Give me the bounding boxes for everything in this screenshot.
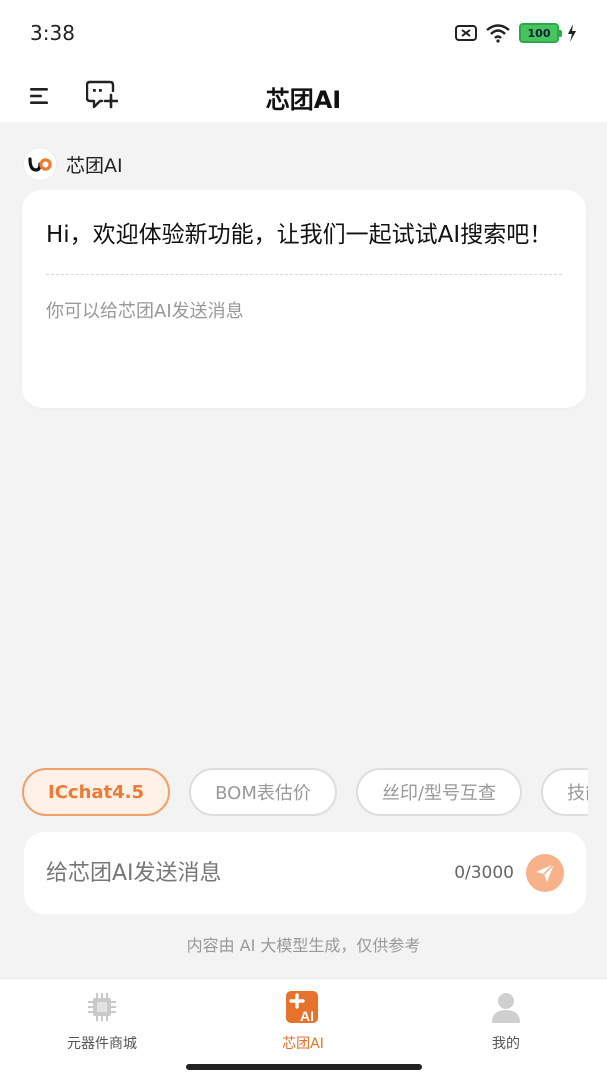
message-input-box: 0/3000 xyxy=(24,832,586,914)
status-time: 3:38 xyxy=(30,21,75,45)
sim-off-icon xyxy=(455,25,477,41)
message-divider xyxy=(46,274,562,275)
page-title: 芯团AI xyxy=(265,86,342,114)
nav-label: 我的 xyxy=(492,1036,520,1052)
chip-label: 技能 xyxy=(567,783,588,804)
char-counter: 0/3000 xyxy=(454,863,514,883)
send-icon xyxy=(536,863,555,882)
chip-skills[interactable]: 技能 xyxy=(541,768,588,816)
status-icons: 100 xyxy=(455,23,577,43)
chip-icon xyxy=(88,993,116,1021)
charging-icon xyxy=(568,24,576,42)
welcome-message-card: Hi，欢迎体验新功能，让我们一起试试AI搜索吧！ 你可以给芯团AI发送消息 xyxy=(22,190,586,408)
chip-label: ICchat4.5 xyxy=(48,781,145,803)
nav-item-component-mall[interactable]: 元器件商城 xyxy=(22,989,182,1053)
battery-icon: 100 xyxy=(519,23,562,43)
chip-label: 丝印/型号互查 xyxy=(381,783,497,804)
wifi-icon xyxy=(486,24,510,43)
nav-item-xintuan-ai[interactable]: AI 芯团AI xyxy=(223,989,383,1053)
app-header: 芯团AI xyxy=(0,70,607,122)
status-bar: 3:38 100 xyxy=(0,0,607,70)
quick-action-chips: ICchat4.5 BOM表估价 丝印/型号互查 技能 xyxy=(22,768,588,818)
ai-disclaimer: 内容由 AI 大模型生成，仅供参考 xyxy=(186,936,421,955)
chip-icchat[interactable]: ICchat4.5 xyxy=(22,768,171,816)
nav-label: 芯团AI xyxy=(282,1036,324,1052)
chip-label: BOM表估价 xyxy=(215,783,311,804)
ai-plus-icon: AI xyxy=(286,991,318,1024)
home-indicator[interactable] xyxy=(186,1064,422,1070)
chip-bom-estimate[interactable]: BOM表估价 xyxy=(189,768,337,816)
send-button[interactable] xyxy=(526,854,564,892)
svg-text:AI: AI xyxy=(300,1008,314,1024)
welcome-message-text: Hi，欢迎体验新功能，让我们一起试试AI搜索吧！ xyxy=(46,222,553,248)
assistant-logo-icon xyxy=(24,148,56,180)
nav-item-mine[interactable]: 我的 xyxy=(426,989,586,1053)
user-icon xyxy=(492,993,520,1023)
message-hint: 你可以给芯团AI发送消息 xyxy=(46,301,244,322)
assistant-label: 芯团AI xyxy=(24,148,123,180)
assistant-name: 芯团AI xyxy=(66,154,123,177)
chip-marking-lookup[interactable]: 丝印/型号互查 xyxy=(355,768,523,816)
message-input[interactable] xyxy=(46,860,455,886)
nav-label: 元器件商城 xyxy=(67,1036,137,1052)
battery-level: 100 xyxy=(527,26,551,40)
